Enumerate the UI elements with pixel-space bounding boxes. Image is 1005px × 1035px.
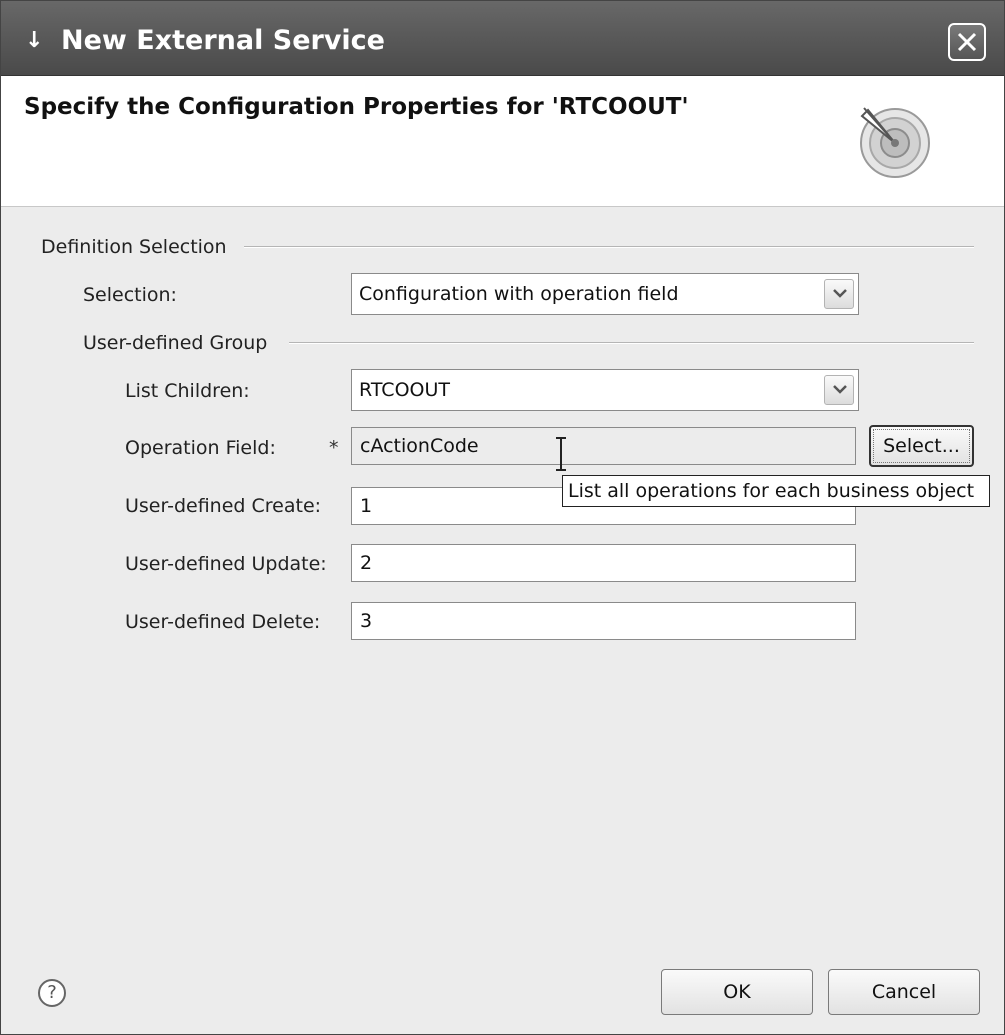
selection-value: Configuration with operation field <box>359 283 679 305</box>
divider <box>289 342 974 344</box>
page-heading: Specify the Configuration Properties for… <box>24 94 689 120</box>
update-label: User-defined Update: <box>125 553 327 575</box>
window-title: New External Service <box>61 25 385 56</box>
divider <box>244 246 974 248</box>
update-input[interactable]: 2 <box>351 544 856 582</box>
create-label: User-defined Create: <box>125 495 322 517</box>
cancel-button[interactable]: Cancel <box>828 969 980 1015</box>
create-value: 1 <box>360 495 373 517</box>
dialog-window: ↓ New External Service Specify the Confi… <box>0 0 1005 1035</box>
operation-field-label: Operation Field: <box>125 437 276 459</box>
title-bar: ↓ New External Service <box>1 1 1004 76</box>
delete-label: User-defined Delete: <box>125 611 321 633</box>
chevron-down-icon <box>833 289 847 298</box>
delete-input[interactable]: 3 <box>351 602 856 640</box>
text-cursor-icon <box>556 437 566 471</box>
selection-label: Selection: <box>83 284 177 306</box>
close-icon <box>957 32 977 52</box>
selection-dropdown-button[interactable] <box>824 279 854 309</box>
list-children-value: RTCOOUT <box>359 379 451 401</box>
operation-tooltip: List all operations for each business ob… <box>562 475 990 507</box>
help-icon[interactable]: ? <box>38 979 66 1007</box>
operation-field-input[interactable]: cActionCode <box>351 427 856 465</box>
selection-combo[interactable]: Configuration with operation field <box>351 273 859 315</box>
definition-selection-label: Definition Selection <box>41 236 227 258</box>
list-children-label: List Children: <box>125 380 250 402</box>
select-button[interactable]: Select... <box>869 425 974 467</box>
chevron-down-icon <box>833 385 847 394</box>
required-marker: * <box>329 437 339 459</box>
wizard-banner-icon <box>860 107 930 178</box>
close-button[interactable] <box>948 23 986 61</box>
delete-value: 3 <box>360 610 373 632</box>
ok-button[interactable]: OK <box>661 969 813 1015</box>
update-value: 2 <box>360 552 373 574</box>
user-defined-group-label: User-defined Group <box>83 332 268 354</box>
list-children-combo[interactable]: RTCOOUT <box>351 369 859 411</box>
operation-field-value: cActionCode <box>360 435 479 457</box>
wizard-banner: Specify the Configuration Properties for… <box>1 76 1004 207</box>
list-children-dropdown-button[interactable] <box>824 375 854 405</box>
external-service-icon: ↓ <box>25 28 44 53</box>
